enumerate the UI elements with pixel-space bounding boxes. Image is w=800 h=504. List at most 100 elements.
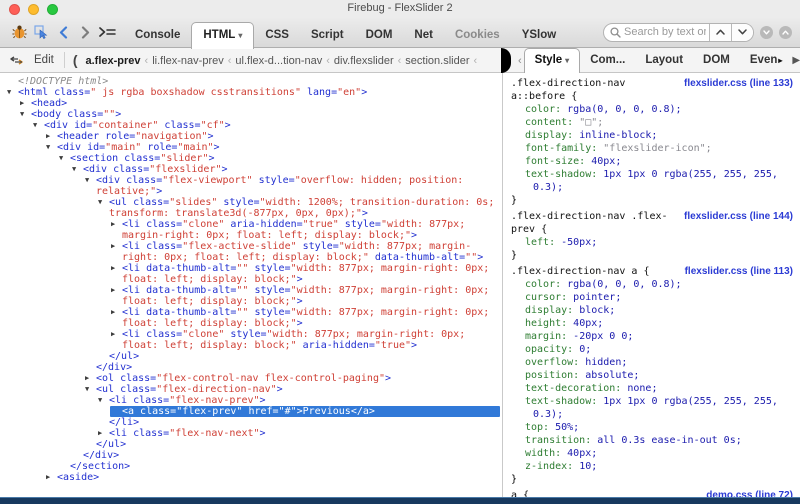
tree-line[interactable]: ▶<li class="clone" aria-hidden="true" st… xyxy=(110,219,500,241)
css-property[interactable]: width: 40px; xyxy=(511,447,793,460)
css-property[interactable]: text-shadow: 1px 1px 0 rgba(255, 255, 25… xyxy=(511,395,793,421)
twisty-right-icon[interactable]: ▶ xyxy=(45,472,57,483)
css-property[interactable]: text-shadow: 1px 1px 0 rgba(255, 255, 25… xyxy=(511,168,793,194)
tree-line[interactable]: ▶<li class="flex-nav-next"> xyxy=(97,428,500,439)
search-input[interactable] xyxy=(621,24,709,41)
twisty-down-icon[interactable]: ▼ xyxy=(71,164,83,175)
side-tab-even[interactable]: Even▸ xyxy=(740,49,793,72)
zoom-window-button[interactable] xyxy=(47,4,58,15)
tab-dom[interactable]: DOM xyxy=(355,23,404,48)
edit-button[interactable]: Edit xyxy=(34,54,54,66)
css-property[interactable]: font-size: 40px; xyxy=(511,155,793,168)
css-file-link[interactable]: flexslider.css (line 133) xyxy=(684,77,793,90)
breadcrumb-item-ul-flex-d-tion-nav[interactable]: ul.flex-d...tion-nav xyxy=(235,55,322,67)
twisty-right-icon[interactable]: ▶ xyxy=(110,285,122,307)
minimize-window-button[interactable] xyxy=(28,4,39,15)
css-property[interactable]: color: rgba(0, 0, 0, 0.8); xyxy=(511,278,793,291)
tree-line[interactable]: ▼<div id="main" role="main"> xyxy=(45,142,500,153)
side-tab-com[interactable]: Com... xyxy=(580,49,635,72)
tree-line[interactable]: ▶<li class="flex-active-slide" style="wi… xyxy=(110,241,500,263)
twisty-down-icon[interactable]: ▼ xyxy=(97,395,109,406)
tree-line[interactable]: ▶<head> xyxy=(19,98,500,109)
css-property[interactable]: overflow: hidden; xyxy=(511,356,793,369)
tree-line[interactable]: ▼<ul class="flex-direction-nav"> xyxy=(84,384,500,395)
tree-line[interactable]: </li> xyxy=(97,417,500,428)
tab-yslow[interactable]: YSlow xyxy=(511,23,568,48)
css-property[interactable]: display: inline-block; xyxy=(511,129,793,142)
twisty-right-icon[interactable]: ▶ xyxy=(110,307,122,329)
tree-line[interactable]: ▼<div class="flexslider"> xyxy=(71,164,500,175)
css-property[interactable]: content: "□"; xyxy=(511,116,793,129)
css-file-link[interactable]: flexslider.css (line 113) xyxy=(685,265,793,278)
css-selector[interactable]: flexslider.css (line 144).flex-direction… xyxy=(511,210,793,236)
tabs-scroll-left-icon[interactable]: ‹ xyxy=(518,55,522,67)
tree-line[interactable]: ▶<li data-thumb-alt="" style="width: 877… xyxy=(110,307,500,329)
tree-line[interactable]: ▼<ul class="slides" style="width: 1200%;… xyxy=(97,197,500,219)
breadcrumb-item-section-slider[interactable]: section.slider xyxy=(405,55,469,67)
minimize-firebug-button[interactable] xyxy=(760,26,773,39)
tree-line[interactable]: ▼<body class=""> xyxy=(19,109,500,120)
tab-cookies[interactable]: Cookies xyxy=(444,23,511,48)
back-icon[interactable] xyxy=(52,21,74,43)
twisty-right-icon[interactable]: ▶ xyxy=(84,373,96,384)
side-tab-style[interactable]: Style▾ xyxy=(524,48,581,73)
twisty-right-icon[interactable]: ▶ xyxy=(97,428,109,439)
css-selector[interactable]: demo.css (line 72)a { xyxy=(511,489,793,497)
css-property[interactable]: color: rgba(0, 0, 0, 0.8); xyxy=(511,103,793,116)
tree-line[interactable]: ▼<li class="flex-nav-prev"> xyxy=(97,395,500,406)
tree-line[interactable]: ▶<li class="clone" style="width: 877px; … xyxy=(110,329,500,351)
breadcrumb-item-li-flex-nav-prev[interactable]: li.flex-nav-prev xyxy=(152,55,224,67)
tab-css[interactable]: CSS xyxy=(254,23,300,48)
css-property[interactable]: top: 50%; xyxy=(511,421,793,434)
twisty-right-icon[interactable]: ▶ xyxy=(110,263,122,285)
twisty-down-icon[interactable]: ▼ xyxy=(32,120,44,131)
tabs-scroll-right-icon[interactable]: ▶ xyxy=(792,55,800,66)
tab-console[interactable]: Console xyxy=(124,23,191,48)
twisty-right-icon[interactable]: ▶ xyxy=(19,98,31,109)
css-property[interactable]: left: -50px; xyxy=(511,236,793,249)
css-property[interactable]: opacity: 0; xyxy=(511,343,793,356)
tree-line[interactable]: ▼<div id="container" class="cf"> xyxy=(32,120,500,131)
search-prev-button[interactable] xyxy=(709,24,731,41)
dock-toggle-icon[interactable] xyxy=(8,49,24,71)
twisty-down-icon[interactable]: ▼ xyxy=(6,87,18,98)
twisty-right-icon[interactable]: ▶ xyxy=(110,219,122,241)
twisty-down-icon[interactable]: ▼ xyxy=(84,175,96,197)
tree-line[interactable]: ▶<header role="navigation"> xyxy=(45,131,500,142)
css-file-link[interactable]: flexslider.css (line 144) xyxy=(684,210,793,223)
tree-line[interactable]: ▼<div class="flex-viewport" style="overf… xyxy=(84,175,500,197)
twisty-down-icon[interactable]: ▼ xyxy=(84,384,96,395)
css-property[interactable]: cursor: pointer; xyxy=(511,291,793,304)
tree-line[interactable]: ▶<li data-thumb-alt="" style="width: 877… xyxy=(110,285,500,307)
css-selector[interactable]: flexslider.css (line 113).flex-direction… xyxy=(511,265,793,278)
tree-line[interactable]: <a class="flex-prev" href="#">Previous</… xyxy=(110,406,500,417)
tree-line[interactable]: ▶<aside> xyxy=(45,472,500,483)
css-property[interactable]: height: 40px; xyxy=(511,317,793,330)
tree-line[interactable]: </section> xyxy=(58,461,500,472)
tab-script[interactable]: Script xyxy=(300,23,355,48)
tree-line[interactable]: </div> xyxy=(84,362,500,373)
panel-splitter-handle[interactable] xyxy=(501,48,511,73)
console-prompt-icon[interactable] xyxy=(96,21,118,43)
twisty-down-icon[interactable]: ▼ xyxy=(19,109,31,120)
twisty-down-icon[interactable]: ▼ xyxy=(45,142,57,153)
css-property[interactable]: display: block; xyxy=(511,304,793,317)
side-tab-layout[interactable]: Layout xyxy=(635,49,693,72)
search-next-button[interactable] xyxy=(731,24,753,41)
twisty-down-icon[interactable]: ▼ xyxy=(97,197,109,219)
detach-firebug-button[interactable] xyxy=(779,26,792,39)
css-selector[interactable]: flexslider.css (line 133).flex-direction… xyxy=(511,77,793,103)
tree-line[interactable]: ▼<section class="slider"> xyxy=(58,153,500,164)
css-property[interactable]: text-decoration: none; xyxy=(511,382,793,395)
css-property[interactable]: font-family: "flexslider-icon"; xyxy=(511,142,793,155)
tree-line[interactable]: ▶<li data-thumb-alt="" style="width: 877… xyxy=(110,263,500,285)
tree-line[interactable]: </div> xyxy=(71,450,500,461)
side-tab-dom[interactable]: DOM xyxy=(693,49,740,72)
css-property[interactable]: position: absolute; xyxy=(511,369,793,382)
twisty-right-icon[interactable]: ▶ xyxy=(110,329,122,351)
breadcrumb-item-a-flex-prev[interactable]: a.flex-prev xyxy=(86,55,141,67)
css-property[interactable]: transition: all 0.3s ease-in-out 0s; xyxy=(511,434,793,447)
tab-net[interactable]: Net xyxy=(403,23,444,48)
close-window-button[interactable] xyxy=(9,4,20,15)
tree-line[interactable]: ▶<ol class="flex-control-nav flex-contro… xyxy=(84,373,500,384)
